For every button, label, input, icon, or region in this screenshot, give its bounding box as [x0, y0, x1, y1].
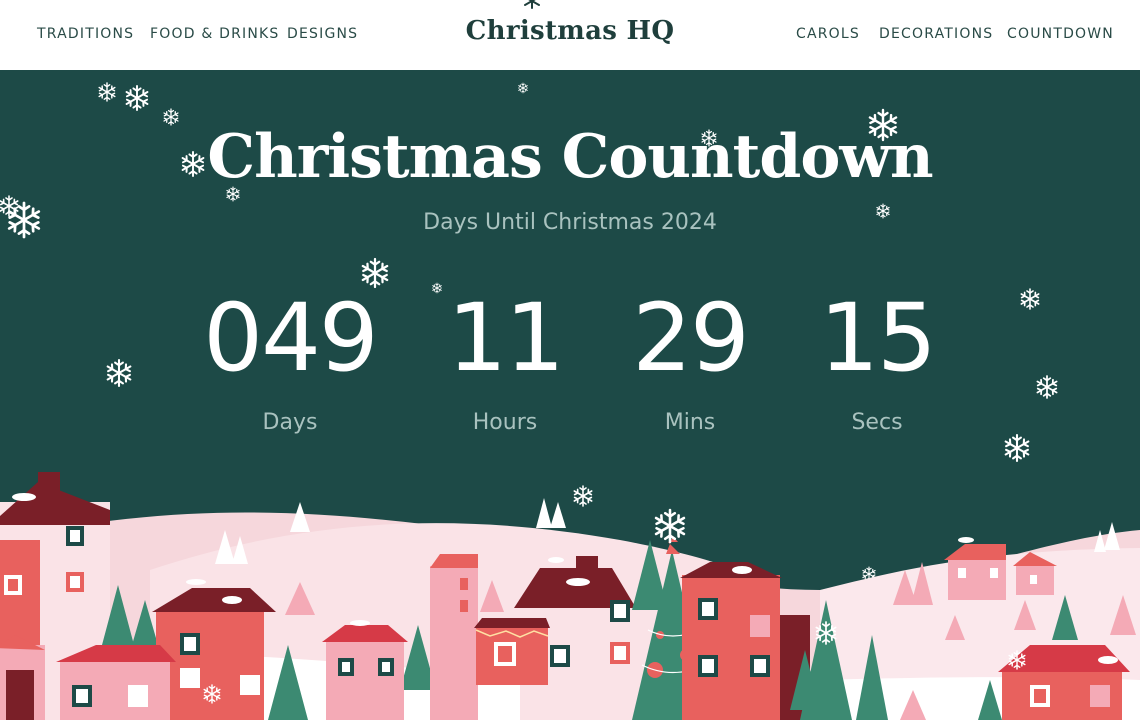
nav-link-countdown[interactable]: COUNTDOWN: [1007, 26, 1114, 42]
nav-link-carols[interactable]: CAROLS: [796, 26, 860, 42]
snowflake-icon: [524, 0, 540, 9]
snowflake-icon: [654, 508, 686, 544]
top-navigation: TRADITIONS FOOD & DRINKS DESIGNS Christm…: [0, 0, 1140, 70]
village-illustration: [0, 472, 1140, 720]
nav-link-decorations[interactable]: DECORATIONS: [879, 26, 993, 42]
countdown-hero: Christmas Countdown Days Until Christmas…: [0, 70, 1140, 720]
